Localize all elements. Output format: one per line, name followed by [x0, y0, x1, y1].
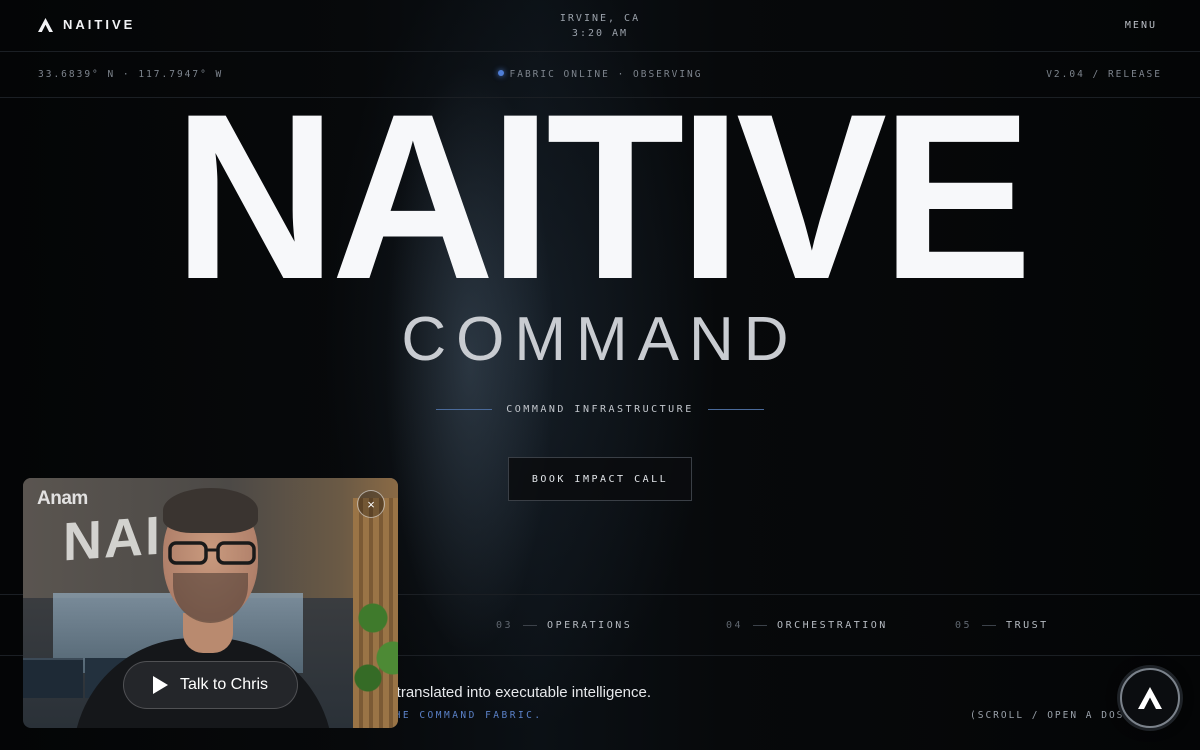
video-wall-sign: NAI — [63, 505, 162, 573]
book-impact-call-button[interactable]: BOOK IMPACT CALL — [508, 457, 692, 501]
section-label: TRUST — [1006, 620, 1049, 631]
version-label: V2.04 / RELEASE — [1046, 69, 1162, 80]
brand-mark-icon — [1138, 687, 1162, 709]
assistant-launcher-button[interactable] — [1120, 668, 1180, 728]
video-avatar-widget[interactable]: NAI Anam × Talk to Chris — [23, 478, 398, 728]
tagline-divider-left — [436, 409, 493, 410]
section-nav-item-trust[interactable]: 05 TRUST — [955, 620, 1049, 631]
talk-to-chris-button[interactable]: Talk to Chris — [123, 661, 298, 709]
glasses-icon — [168, 541, 256, 565]
location-clock: IRVINE, CA 3:20 AM — [0, 11, 1200, 41]
presenter-hair — [163, 488, 258, 533]
location-time: 3:20 AM — [571, 28, 629, 39]
scroll-hint: (SCROLL / OPEN A DOSS — [970, 710, 1133, 721]
hero-subtitle: COMMAND — [401, 305, 799, 374]
anam-logo: Anam — [37, 488, 88, 509]
tagline-divider-right — [707, 409, 764, 410]
section-dash — [982, 625, 997, 626]
video-plant — [343, 578, 398, 708]
tagline: COMMAND INFRASTRUCTURE — [506, 404, 694, 415]
play-icon — [152, 676, 168, 694]
section-number: 05 — [955, 620, 973, 631]
section-dash — [523, 625, 538, 626]
section-number: 04 — [726, 620, 744, 631]
video-monitor — [23, 658, 83, 698]
section-nav-item-operations[interactable]: 03 OPERATIONS — [496, 620, 632, 631]
intro-text: ess, translated into executable intellig… — [365, 684, 652, 701]
tagline-row: COMMAND INFRASTRUCTURE — [0, 404, 1200, 415]
menu-button[interactable]: MENU — [1125, 20, 1157, 31]
section-dash — [753, 625, 768, 626]
hero-title: NAITIVE — [173, 65, 1032, 329]
talk-button-label: Talk to Chris — [179, 676, 269, 693]
section-nav-item-orchestration[interactable]: 04 ORCHESTRATION — [726, 620, 888, 631]
section-label: OPERATIONS — [547, 620, 633, 631]
top-header: NAITIVE IRVINE, CA 3:20 AM MENU — [0, 0, 1200, 52]
location-city: IRVINE, CA — [559, 13, 641, 24]
section-label: ORCHESTRATION — [777, 620, 888, 631]
close-video-button[interactable]: × — [357, 490, 385, 518]
section-number: 03 — [496, 620, 514, 631]
